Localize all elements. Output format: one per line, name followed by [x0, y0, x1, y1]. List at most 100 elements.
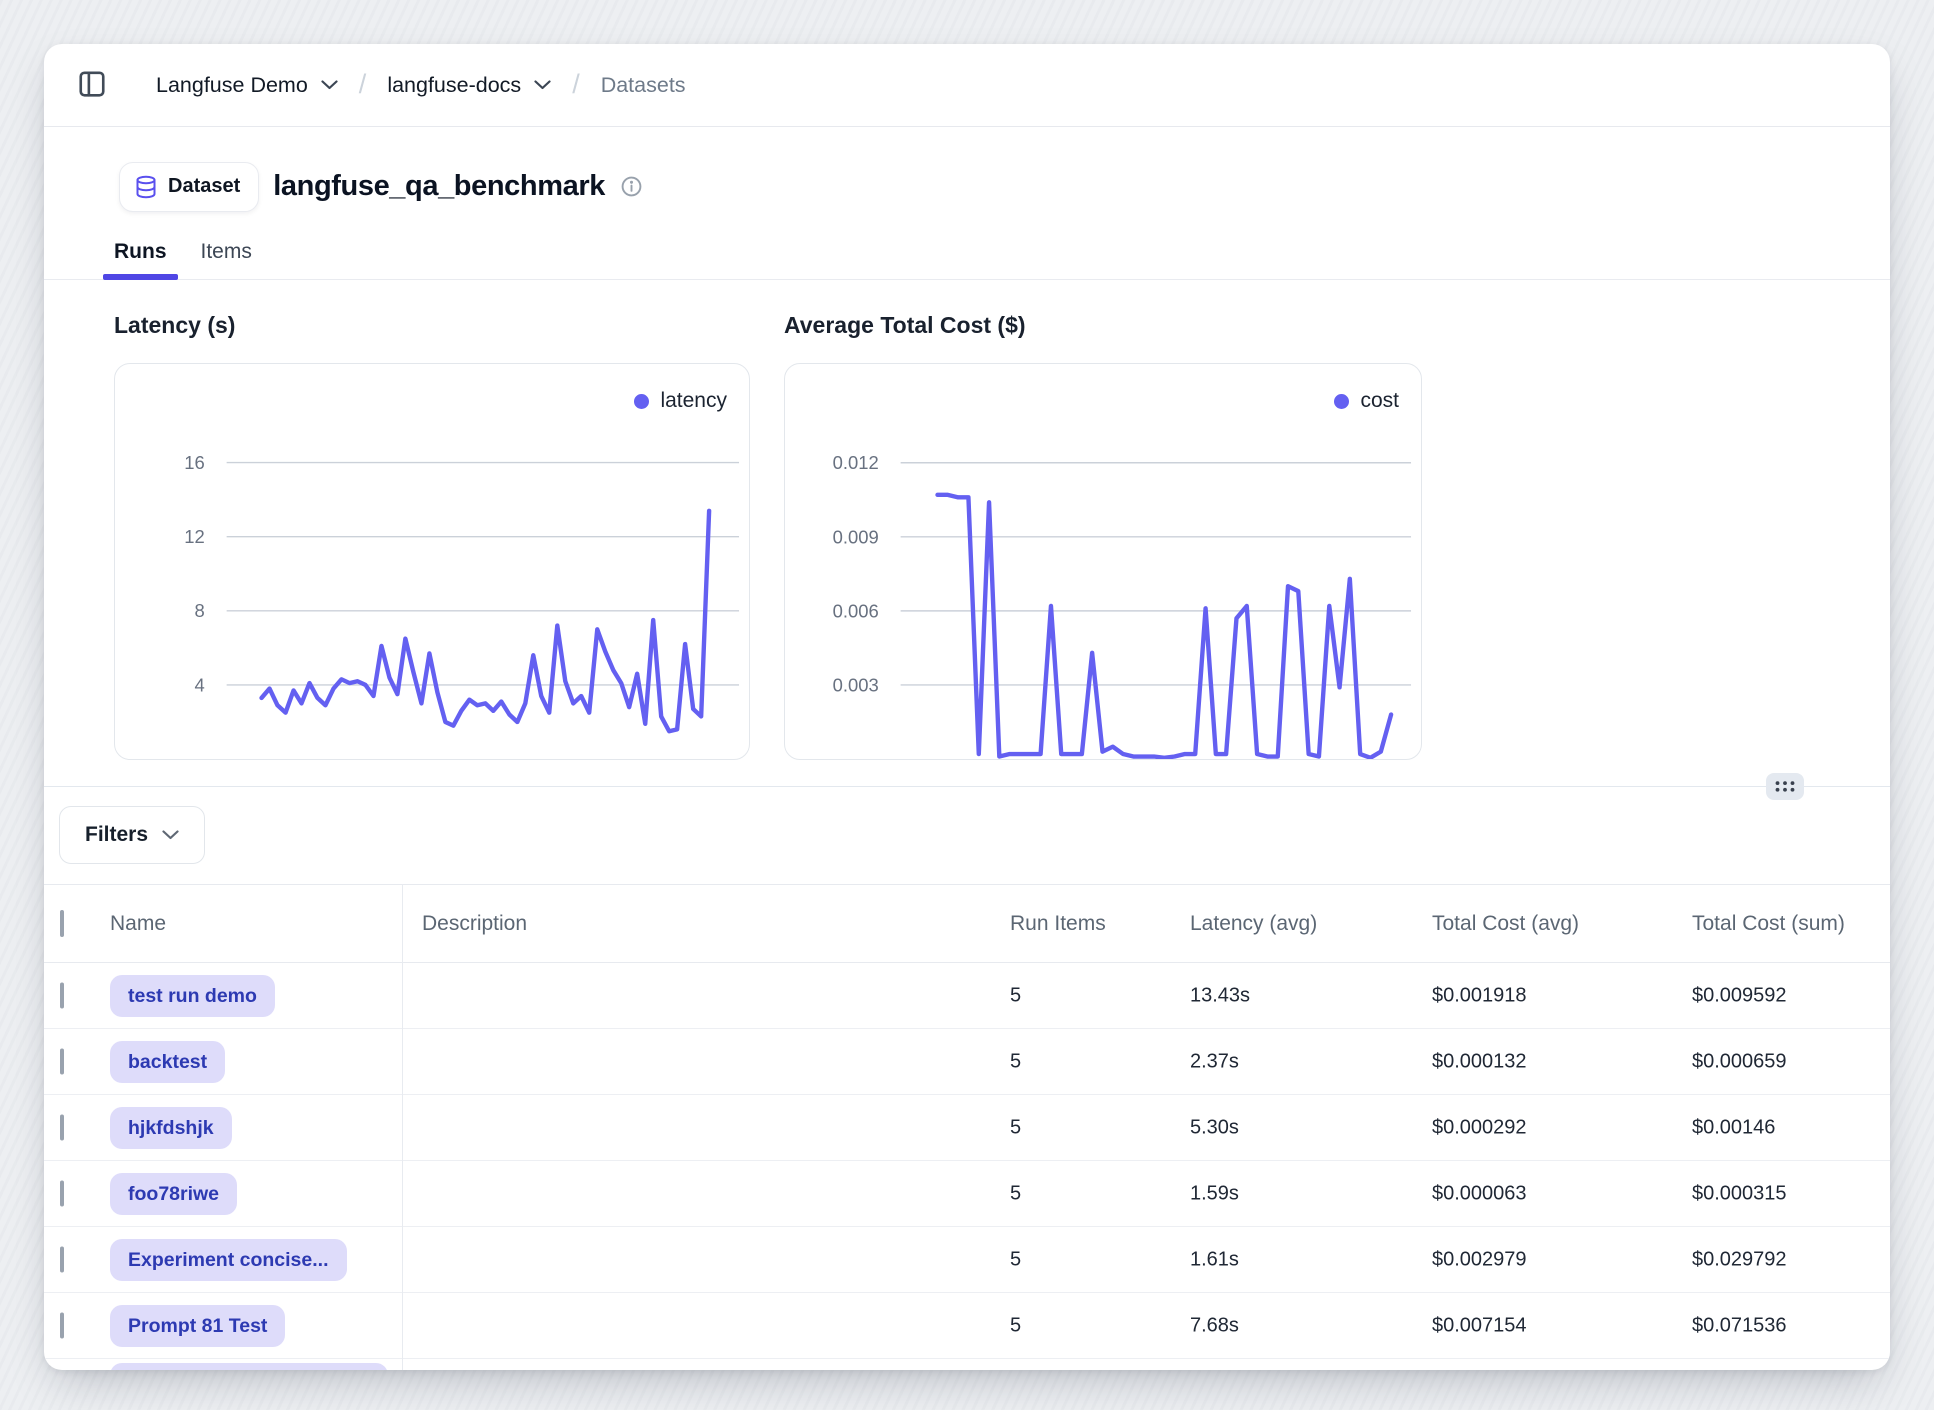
total-cost-avg-cell: $0.000132	[1432, 1050, 1527, 1073]
chevron-down-icon	[534, 80, 551, 90]
row-checkbox[interactable]	[60, 1180, 64, 1206]
filters-button[interactable]: Filters	[59, 806, 205, 864]
latency-avg-cell: 7.68s	[1190, 1314, 1239, 1337]
svg-text:8: 8	[194, 600, 204, 621]
breadcrumb-org-label: Langfuse Demo	[156, 73, 308, 98]
cost-chart-block: Average Total Cost ($) 0.0030.0060.0090.…	[784, 312, 1422, 760]
section-divider	[44, 786, 1890, 787]
info-icon[interactable]	[620, 175, 643, 198]
run-name-badge[interactable]: test run demo	[110, 975, 275, 1017]
dataset-type-badge: Dataset	[119, 162, 259, 212]
run-name-badge[interactable]: foo78riwe	[110, 1173, 237, 1215]
run-items-cell: 5	[1010, 1314, 1021, 1337]
breadcrumb-project-label: langfuse-docs	[387, 73, 521, 98]
run-items-cell: 5	[1010, 1116, 1021, 1139]
tab-items[interactable]: Items	[201, 225, 252, 279]
run-items-cell: 5	[1010, 1182, 1021, 1205]
breadcrumb-project-selector[interactable]: langfuse-docs	[387, 73, 551, 98]
runs-table: Name Description Run Items Latency (avg)…	[44, 884, 1890, 1370]
column-header-total-cost-avg: Total Cost (avg)	[1432, 912, 1579, 936]
row-checkbox[interactable]	[60, 1312, 64, 1338]
run-name-badge[interactable]: Prompt 81 Test	[110, 1305, 285, 1347]
row-checkbox[interactable]	[60, 982, 64, 1008]
column-header-latency-avg: Latency (avg)	[1190, 912, 1317, 936]
filters-row: Filters	[44, 787, 1890, 884]
breadcrumb: Langfuse Demo / langfuse-docs / Datasets	[156, 70, 686, 101]
cost-chart-title: Average Total Cost ($)	[784, 312, 1422, 340]
total-cost-sum-cell: $0.009592	[1692, 984, 1787, 1007]
breadcrumb-separator: /	[359, 69, 367, 100]
run-items-cell: 5	[1010, 1248, 1021, 1271]
run-name-badge[interactable]: hjkfdshjk	[110, 1107, 232, 1149]
svg-text:16: 16	[184, 452, 205, 473]
breadcrumb-page-datasets[interactable]: Datasets	[601, 73, 686, 98]
cost-chart: 0.0030.0060.0090.012 cost	[784, 363, 1422, 760]
svg-text:0.006: 0.006	[833, 600, 879, 621]
column-divider	[402, 884, 403, 1370]
total-cost-avg-cell: $0.000292	[1432, 1116, 1527, 1139]
tab-runs-label: Runs	[114, 240, 167, 264]
grip-dots-icon	[1774, 780, 1796, 793]
cost-line-plot: 0.0030.0060.0090.012	[785, 364, 1421, 759]
column-header-total-cost-sum: Total Cost (sum)	[1692, 912, 1845, 936]
total-cost-sum-cell: $0.000659	[1692, 1050, 1787, 1073]
row-checkbox[interactable]	[60, 1048, 64, 1074]
run-name-badge[interactable]	[110, 1363, 388, 1370]
cost-legend: cost	[1334, 389, 1399, 413]
run-name-badge[interactable]: backtest	[110, 1041, 225, 1083]
total-cost-avg-cell: $0.002979	[1432, 1248, 1527, 1271]
total-cost-sum-cell: $0.071536	[1692, 1314, 1787, 1337]
latency-avg-cell: 1.61s	[1190, 1248, 1239, 1271]
table-row: foo78riwe 5 1.59s $0.000063 $0.000315	[44, 1161, 1890, 1227]
table-row: backtest 5 2.37s $0.000132 $0.000659	[44, 1029, 1890, 1095]
latency-chart-block: Latency (s) 481216 latency	[114, 312, 750, 760]
row-checkbox[interactable]	[60, 1246, 64, 1272]
latency-avg-cell: 5.30s	[1190, 1116, 1239, 1139]
table-row: test run demo 5 13.43s $0.001918 $0.0095…	[44, 963, 1890, 1029]
chevron-down-icon	[162, 830, 179, 840]
total-cost-sum-cell: $0.029792	[1692, 1248, 1787, 1271]
dataset-badge-label: Dataset	[168, 175, 240, 198]
latency-line-plot: 4 8 12 16	[115, 364, 749, 759]
select-all-checkbox[interactable]	[60, 910, 64, 937]
page-background: Langfuse Demo / langfuse-docs / Datasets	[0, 0, 1934, 1410]
total-cost-sum-cell: $0.00146	[1692, 1116, 1775, 1139]
panel-left-icon	[77, 69, 107, 102]
chevron-down-icon	[321, 80, 338, 90]
table-row-partial	[44, 1359, 1890, 1370]
breadcrumb-separator: /	[572, 69, 580, 100]
svg-text:0.009: 0.009	[833, 526, 879, 547]
column-header-name: Name	[110, 912, 166, 936]
page-header: Dataset langfuse_qa_benchmark	[44, 127, 1890, 225]
column-header-run-items: Run Items	[1010, 912, 1106, 936]
legend-dot-icon	[634, 394, 649, 409]
sidebar-toggle-button[interactable]	[75, 68, 109, 102]
topbar: Langfuse Demo / langfuse-docs / Datasets	[44, 44, 1890, 127]
table-header-row: Name Description Run Items Latency (avg)…	[44, 884, 1890, 963]
total-cost-avg-cell: $0.007154	[1432, 1314, 1527, 1337]
latency-avg-cell: 13.43s	[1190, 984, 1250, 1007]
tab-items-label: Items	[201, 240, 252, 264]
latency-avg-cell: 1.59s	[1190, 1182, 1239, 1205]
table-row: Prompt 81 Test 5 7.68s $0.007154 $0.0715…	[44, 1293, 1890, 1359]
table-row: hjkfdshjk 5 5.30s $0.000292 $0.00146	[44, 1095, 1890, 1161]
table-body: test run demo 5 13.43s $0.001918 $0.0095…	[44, 963, 1890, 1359]
filters-button-label: Filters	[85, 823, 148, 847]
tab-runs[interactable]: Runs	[114, 225, 167, 279]
resize-drag-handle[interactable]	[1766, 773, 1804, 800]
svg-text:0.012: 0.012	[833, 452, 879, 473]
total-cost-avg-cell: $0.000063	[1432, 1182, 1527, 1205]
run-items-cell: 5	[1010, 1050, 1021, 1073]
row-checkbox[interactable]	[60, 1114, 64, 1140]
run-name-badge[interactable]: Experiment concise...	[110, 1239, 347, 1281]
latency-chart: 4 8 12 16 latency	[114, 363, 750, 760]
tab-bar: Runs Items	[44, 225, 1890, 280]
breadcrumb-org-selector[interactable]: Langfuse Demo	[156, 73, 338, 98]
total-cost-sum-cell: $0.000315	[1692, 1182, 1787, 1205]
table-row: Experiment concise... 5 1.61s $0.002979 …	[44, 1227, 1890, 1293]
latency-legend: latency	[634, 389, 727, 413]
breadcrumb-page-label: Datasets	[601, 73, 686, 98]
svg-text:4: 4	[194, 674, 204, 695]
app-window: Langfuse Demo / langfuse-docs / Datasets	[44, 44, 1890, 1370]
svg-text:12: 12	[184, 526, 205, 547]
